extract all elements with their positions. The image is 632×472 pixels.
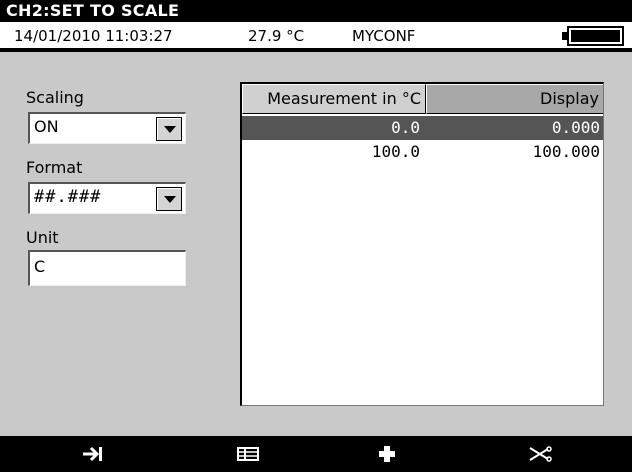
configuration-name: MYCONF [352,27,416,45]
softkey-3[interactable] [357,436,417,472]
scaling-select[interactable]: ON [28,112,186,144]
scaling-value: ON [34,117,59,136]
column-header-measurement[interactable]: Measurement in °C [242,84,426,114]
format-label: Format [26,158,83,177]
format-value: ##.### [34,187,102,207]
unit-field[interactable]: C [28,250,186,286]
screen-title: CH2:SET TO SCALE [0,0,632,22]
table-row[interactable]: 0.0 0.000 [242,116,603,140]
ambient-temperature: 27.9 °C [248,27,305,45]
format-select[interactable]: ##.### [28,182,186,214]
battery-icon [562,26,624,46]
softkey-2[interactable] [218,436,278,472]
display-cell: 0.000 [551,118,600,137]
measurement-cell: 100.0 [371,142,420,161]
softkey-bar [0,436,632,472]
table-row[interactable]: 100.0 100.000 [242,140,603,164]
unit-label: Unit [26,228,59,247]
table-icon [237,447,259,461]
datetime: 14/01/2010 11:03:27 [14,27,173,45]
chevron-down-icon[interactable] [156,117,182,141]
status-bar: 14/01/2010 11:03:27 27.9 °C MYCONF [0,22,632,50]
delete-scissors-icon [529,446,552,462]
table-header: Measurement in °C Display [242,84,603,114]
softkey-1[interactable] [63,436,123,472]
softkey-4[interactable] [510,436,570,472]
main-panel: Scaling ON Format ##.### Unit C Measurem… [0,52,632,436]
tab-arrow-icon [83,446,102,462]
column-header-display[interactable]: Display [426,84,603,114]
measurement-cell: 0.0 [391,118,420,137]
display-cell: 100.000 [532,142,600,161]
unit-value: C [34,257,46,276]
chevron-down-icon[interactable] [156,187,182,211]
scale-table[interactable]: Measurement in °C Display 0.0 0.000 100.… [240,82,604,406]
scaling-label: Scaling [26,88,84,107]
plus-icon [379,446,395,462]
